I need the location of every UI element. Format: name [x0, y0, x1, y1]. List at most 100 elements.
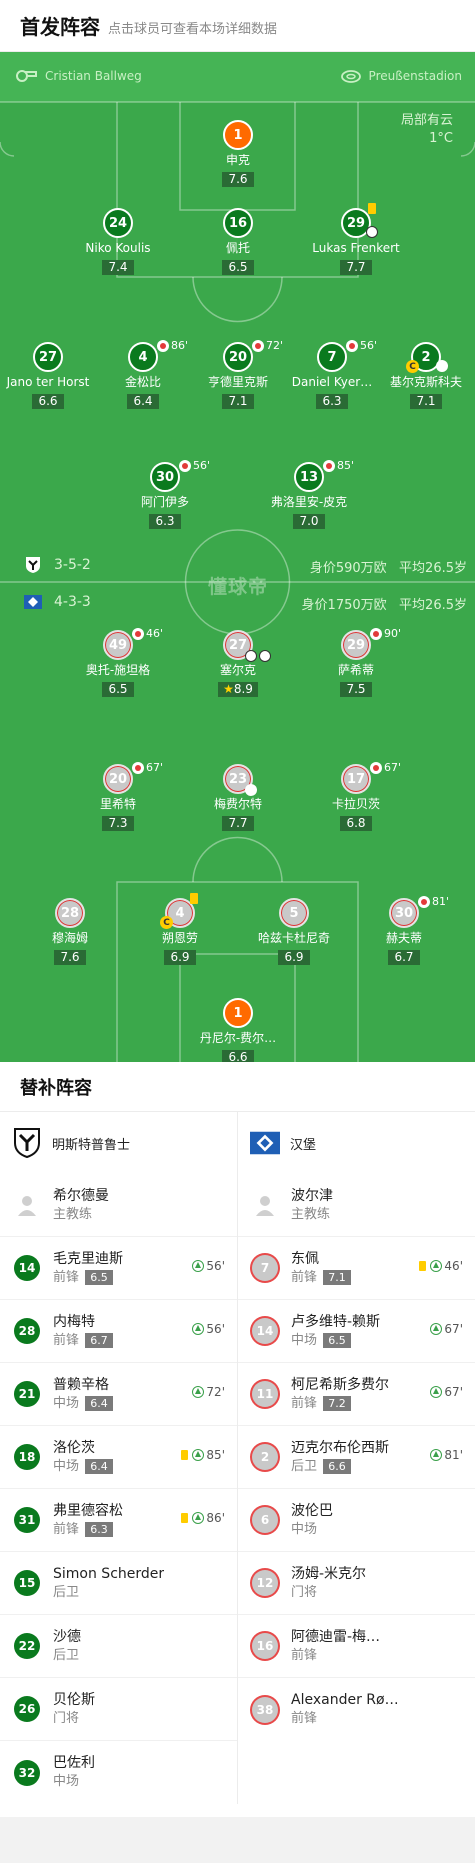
sub-player-number: 6	[252, 1507, 278, 1533]
home-formation-value: 3-5-2	[54, 557, 91, 573]
sub-out-minute: 90'	[384, 627, 402, 640]
sub-player-row[interactable]: 11 柯尼希斯多费尔 前锋 7.2 67'	[238, 1363, 475, 1426]
sub-player-row[interactable]: 26 贝伦斯 门将	[0, 1678, 237, 1741]
away-coach[interactable]: 波尔津 主教练	[238, 1174, 475, 1237]
goal-ball-icon	[259, 650, 271, 662]
player-away-23[interactable]: 23 梅费尔特 7.7	[178, 764, 298, 831]
sub-player-row[interactable]: 21 普赖辛格 中场 6.4 72'	[0, 1363, 237, 1426]
sub-player-number: 26	[14, 1696, 40, 1722]
sub-player-rating: 6.5	[85, 1270, 114, 1285]
player-number: 1	[223, 998, 253, 1028]
sub-player-row[interactable]: 38 Alexander Rø… 前锋	[238, 1678, 475, 1741]
player-away-27[interactable]: 27 塞尔克 ★8.9	[178, 630, 298, 697]
player-home-1[interactable]: 1 申克 7.6	[178, 120, 298, 187]
sub-player-position: 中场	[291, 1332, 318, 1348]
sub-in-icon	[192, 1512, 205, 1524]
player-away-5[interactable]: 5 哈兹卡杜尼奇 6.9	[234, 898, 354, 965]
player-away-4[interactable]: 4 C 朔恩劳 6.9	[120, 893, 240, 965]
away-formation-value: 4-3-3	[54, 594, 91, 610]
sub-out-icon	[370, 761, 382, 774]
player-rating: 6.9	[164, 950, 196, 965]
sub-out-minute: 81'	[432, 895, 450, 908]
sub-player-number: 14	[14, 1255, 40, 1281]
home-team-name: 明斯特普鲁士	[52, 1137, 131, 1153]
player-rating: 7.5	[340, 682, 372, 697]
player-away-29[interactable]: 29 90' 萨希蒂 7.5	[296, 627, 416, 697]
player-away-17[interactable]: 17 67' 卡拉贝茨 6.8	[296, 761, 416, 831]
player-rating: 6.6	[32, 394, 64, 409]
player-away-30[interactable]: 30 81' 赫夫蒂 6.7	[344, 895, 464, 965]
home-team-header[interactable]: 明斯特普鲁士	[0, 1112, 237, 1174]
sub-player-row[interactable]: 18 洛伦茨 中场 6.4 85'	[0, 1426, 237, 1489]
sub-player-row[interactable]: 6 波伦巴 中场	[238, 1489, 475, 1552]
sub-player-row[interactable]: 15 Simon Scherder 后卫	[0, 1552, 237, 1615]
sub-out-icon	[157, 339, 169, 352]
sub-out-icon	[346, 339, 358, 352]
star-icon: ★	[223, 682, 234, 696]
player-home-29[interactable]: 29 Lukas Frenkert 7.7	[296, 203, 416, 275]
player-number: 17	[341, 764, 371, 794]
home-coach[interactable]: 希尔德曼 主教练	[0, 1174, 237, 1237]
sub-player-position: 前锋	[53, 1332, 80, 1348]
sub-player-number: 21	[14, 1381, 40, 1407]
pitch: Cristian Ballweg Preußenstadion 局部有云 1°C…	[0, 52, 475, 1062]
player-name: 奥托-施坦格	[85, 663, 151, 677]
sub-player-number: 31	[14, 1507, 40, 1533]
sub-player-position: 前锋	[291, 1269, 318, 1285]
sub-player-number: 12	[252, 1570, 278, 1596]
sub-arrow-icon	[245, 784, 257, 796]
sub-player-position: 门将	[291, 1584, 318, 1600]
player-name: 里希特	[99, 797, 136, 811]
sub-in-minute: 72'	[206, 1385, 225, 1399]
player-rating: 6.5	[222, 260, 254, 275]
sub-player-row[interactable]: 14 毛克里迪斯 前锋 6.5 56'	[0, 1237, 237, 1300]
sub-player-rating: 6.4	[85, 1396, 114, 1411]
sub-player-name: 阿德迪雷-梅…	[291, 1628, 381, 1645]
sub-player-name: 柯尼希斯多费尔	[291, 1376, 389, 1393]
sub-in-minute: 56'	[206, 1259, 225, 1273]
sub-out-minute: 56'	[193, 459, 211, 472]
player-name: 塞尔克	[219, 663, 256, 677]
away-team-name: 汉堡	[290, 1137, 317, 1153]
player-rating: 7.6	[222, 172, 254, 187]
sub-player-name: 卢多维特-赖斯	[291, 1313, 381, 1330]
sub-player-row[interactable]: 7 东佩 前锋 7.1 46'	[238, 1237, 475, 1300]
sub-out-minute: 67'	[146, 761, 164, 774]
player-home-24[interactable]: 24 Niko Koulis 7.4	[58, 208, 178, 275]
player-home-13[interactable]: 13 85' 弗洛里安-皮克 7.0	[249, 459, 369, 529]
player-home-16[interactable]: 16 佩托 6.5	[178, 208, 298, 275]
player-number: 4	[128, 342, 158, 372]
sub-player-row[interactable]: 14 卢多维特-赖斯 中场 6.5 67'	[238, 1300, 475, 1363]
player-home-2[interactable]: 2 C 基尔克斯科夫 7.1	[366, 342, 475, 409]
sub-player-row[interactable]: 16 阿德迪雷-梅… 前锋	[238, 1615, 475, 1678]
player-away-49[interactable]: 49 46' 奥托-施坦格 6.5	[58, 627, 178, 697]
away-team-logo-icon	[250, 1128, 280, 1158]
away-team-header[interactable]: 汉堡	[238, 1112, 475, 1174]
sub-player-row[interactable]: 22 沙德 后卫	[0, 1615, 237, 1678]
home-team-meta: 身价590万欧 平均26.5岁	[310, 557, 467, 576]
player-away-28[interactable]: 28 穆海姆 7.6	[10, 898, 130, 965]
player-rating: 6.7	[388, 950, 420, 965]
home-formation: 3-5-2	[24, 556, 91, 574]
sub-player-position: 后卫	[53, 1584, 80, 1600]
sub-player-row[interactable]: 28 内梅特 前锋 6.7 56'	[0, 1300, 237, 1363]
player-number: 20	[223, 342, 253, 372]
player-name: 基尔克斯科夫	[389, 375, 462, 389]
sub-in-minute: 56'	[206, 1322, 225, 1336]
player-away-20[interactable]: 20 67' 里希特 7.3	[58, 761, 178, 831]
sub-player-number: 11	[252, 1381, 278, 1407]
sub-player-name: 东佩	[291, 1250, 319, 1267]
sub-player-row[interactable]: 31 弗里德容松 前锋 6.3 86'	[0, 1489, 237, 1552]
sub-player-name: 巴佐利	[53, 1755, 95, 1771]
sub-in-icon	[430, 1386, 443, 1398]
player-away-1[interactable]: 1 丹尼尔-费尔… 6.6	[178, 998, 298, 1062]
sub-player-row[interactable]: 12 汤姆-米克尔 门将	[238, 1552, 475, 1615]
sub-player-name: 波伦巴	[291, 1502, 333, 1519]
sub-player-row[interactable]: 2 迈克尔布伦西斯 后卫 6.6 81'	[238, 1426, 475, 1489]
sub-player-row[interactable]: 32 巴佐利 中场	[0, 1741, 237, 1804]
sub-player-position: 中场	[53, 1458, 80, 1474]
goal-ball-icon	[245, 650, 257, 662]
player-rating: 8.9	[233, 682, 253, 696]
sub-player-number: 2	[252, 1444, 278, 1470]
player-home-30[interactable]: 30 56' 阿门伊多 6.3	[105, 459, 225, 529]
